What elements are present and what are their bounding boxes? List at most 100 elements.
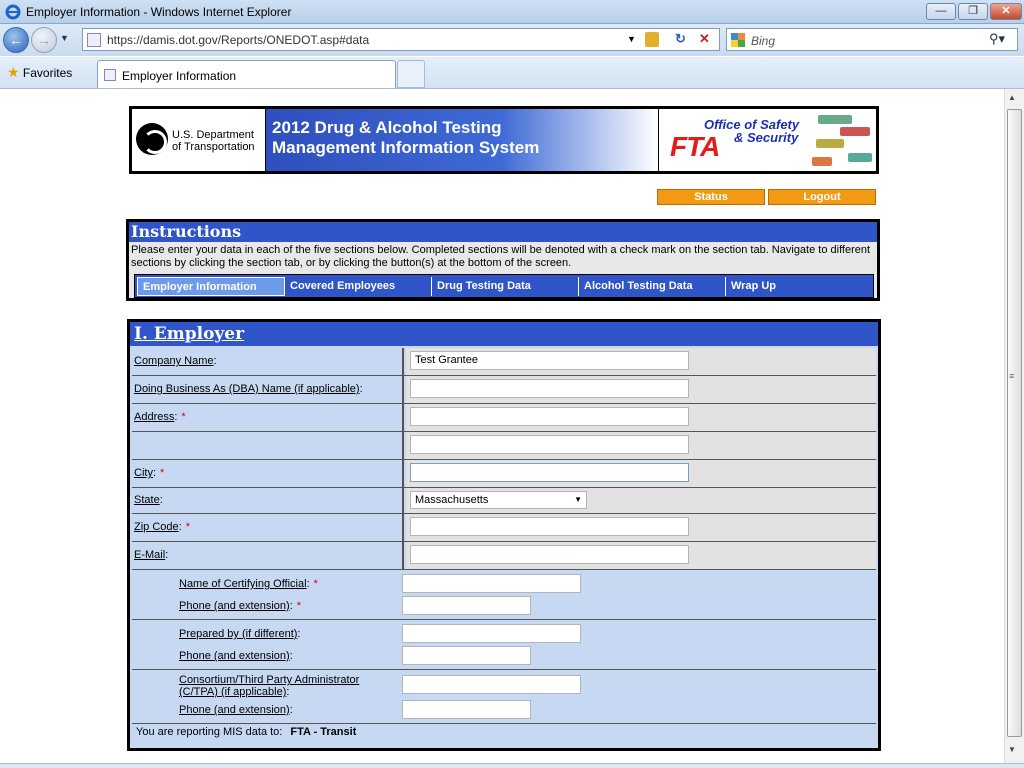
page-icon [104,69,116,81]
prepared-by-phone-input[interactable] [402,646,531,665]
email-row: E-Mail: [132,542,876,570]
window-title: Employer Information - Windows Internet … [26,5,292,19]
favorites-button[interactable]: ★ Favorites [7,64,72,81]
refresh-icon[interactable]: ↻ [675,31,686,47]
search-box[interactable]: Bing ⚲▾ [726,28,1018,51]
recent-pages-dropdown-icon[interactable]: ▼ [60,33,69,43]
status-bar [0,763,1024,768]
state-label[interactable]: State [134,494,160,506]
dot-name-line2: of Transportation [172,141,255,153]
address-line2-input[interactable] [410,435,689,454]
address-label[interactable]: Address [134,411,174,423]
tab-wrap-up[interactable]: Wrap Up [726,277,873,296]
title-bar: Employer Information - Windows Internet … [0,0,1024,24]
scroll-down-icon[interactable]: ▼ [1008,745,1016,754]
maximize-button[interactable]: ❐ [958,3,988,20]
reporting-text: You are reporting MIS data to: [136,726,283,738]
required-marker: * [160,467,165,479]
status-button[interactable]: Status [657,189,765,205]
browser-tab[interactable]: Employer Information [97,60,396,88]
forward-button[interactable]: → [31,27,57,53]
favorites-label: Favorites [22,66,73,80]
bus-icon [812,157,832,166]
dba-row: Doing Business As (DBA) Name (if applica… [132,376,876,404]
tab-covered-employees[interactable]: Covered Employees [285,277,432,296]
state-select[interactable]: Massachusetts ▼ [410,491,587,509]
dot-name-line1: U.S. Department [172,129,254,141]
prepared-by-label[interactable]: Prepared by (if different) [179,628,297,640]
certifying-official-label[interactable]: Name of Certifying Official [179,578,307,590]
lock-icon[interactable] [645,32,659,47]
required-marker: * [185,521,190,533]
required-marker: * [313,578,318,590]
certifying-official-input[interactable] [402,574,581,593]
bus-icon [818,115,852,124]
new-tab-button[interactable] [397,60,425,88]
bus-icon [816,139,844,148]
consortium-input[interactable] [402,675,581,694]
section-tabs: Employer Information Covered Employees D… [134,274,874,298]
dba-input[interactable] [410,379,689,398]
employer-form: I. Employer Company Name: Test Grantee D… [127,319,881,751]
address-url[interactable]: https://damis.dot.gov/Reports/ONEDOT.asp… [107,33,369,47]
page-icon [87,33,101,47]
reporting-footer: You are reporting MIS data to: FTA - Tran… [136,726,356,738]
system-title-line2: Management Information System [272,138,540,157]
section-heading: I. Employer [130,322,878,346]
address-dropdown-icon[interactable]: ▼ [627,34,636,44]
company-name-label[interactable]: Company Name [134,355,213,367]
search-placeholder[interactable]: Bing [751,34,775,48]
fta-logo-text: FTA [670,131,720,162]
zip-label[interactable]: Zip Code [134,521,179,533]
state-select-value: Massachusetts [415,494,489,506]
zip-input[interactable] [410,517,689,536]
system-title: 2012 Drug & Alcohol Testing Management I… [265,109,659,171]
search-icon[interactable]: ⚲▾ [989,31,1005,47]
phone-label[interactable]: Phone (and extension) [179,650,290,662]
close-window-button[interactable]: ✕ [990,3,1022,20]
instructions-panel: Instructions Please enter your data in e… [126,219,880,301]
address-bar[interactable]: https://damis.dot.gov/Reports/ONEDOT.asp… [82,28,720,51]
tab-drug-testing-data[interactable]: Drug Testing Data [432,277,579,296]
logout-button[interactable]: Logout [768,189,876,205]
certifying-phone-input[interactable] [402,596,531,615]
company-name-input[interactable]: Test Grantee [410,351,689,370]
minimize-button[interactable]: — [926,3,956,20]
phone-label[interactable]: Phone (and extension) [179,704,290,716]
email-label[interactable]: E-Mail [134,549,165,561]
prepared-by-input[interactable] [402,624,581,643]
star-icon: ★ [7,64,20,80]
consortium-group: Consortium/Third Party Administrator (C/T… [132,670,876,724]
instructions-heading: Instructions [129,222,877,242]
stop-icon[interactable]: ✕ [699,31,710,47]
reporting-agency: FTA - Transit [290,726,357,738]
tab-alcohol-testing-data[interactable]: Alcohol Testing Data [579,277,726,296]
city-row: City: * [132,460,876,488]
address-line2-row [132,432,876,460]
required-marker: * [296,600,302,612]
back-button[interactable]: ← [3,27,29,53]
dot-logo: U.S. Department of Transportation [132,109,265,171]
vertical-scrollbar[interactable]: ▲ ≡ ▼ [1004,89,1024,763]
dba-label[interactable]: Doing Business As (DBA) Name (if applica… [134,383,360,395]
consortium-label-line1[interactable]: Consortium/Third Party Administrator [179,674,359,686]
email-input[interactable] [410,545,689,564]
consortium-label-line2[interactable]: (C/TPA) (if applicable) [179,686,286,698]
tab-employer-information[interactable]: Employer Information [137,277,285,296]
address-row: Address: * [132,404,876,432]
address-line1-input[interactable] [410,407,689,426]
state-row: State: Massachusetts ▼ [132,488,876,514]
prepared-by-group: Prepared by (if different): Phone (and e… [132,620,876,670]
city-input[interactable] [410,463,689,482]
city-label[interactable]: City [134,467,153,479]
scroll-grip-icon: ≡ [1009,371,1015,381]
scrollbar-thumb[interactable] [1007,109,1022,737]
scroll-up-icon[interactable]: ▲ [1008,93,1016,102]
consortium-phone-input[interactable] [402,700,531,719]
favorites-bar: ★ Favorites Employer Information [0,57,1024,89]
phone-label[interactable]: Phone (and extension) [179,600,290,612]
bing-logo-icon [731,33,745,47]
fta-logo: Office of Safety & Security FTA [660,109,876,171]
navigation-bar: ← → ▼ https://damis.dot.gov/Reports/ONED… [0,24,1024,56]
dot-seal-icon [136,123,168,155]
